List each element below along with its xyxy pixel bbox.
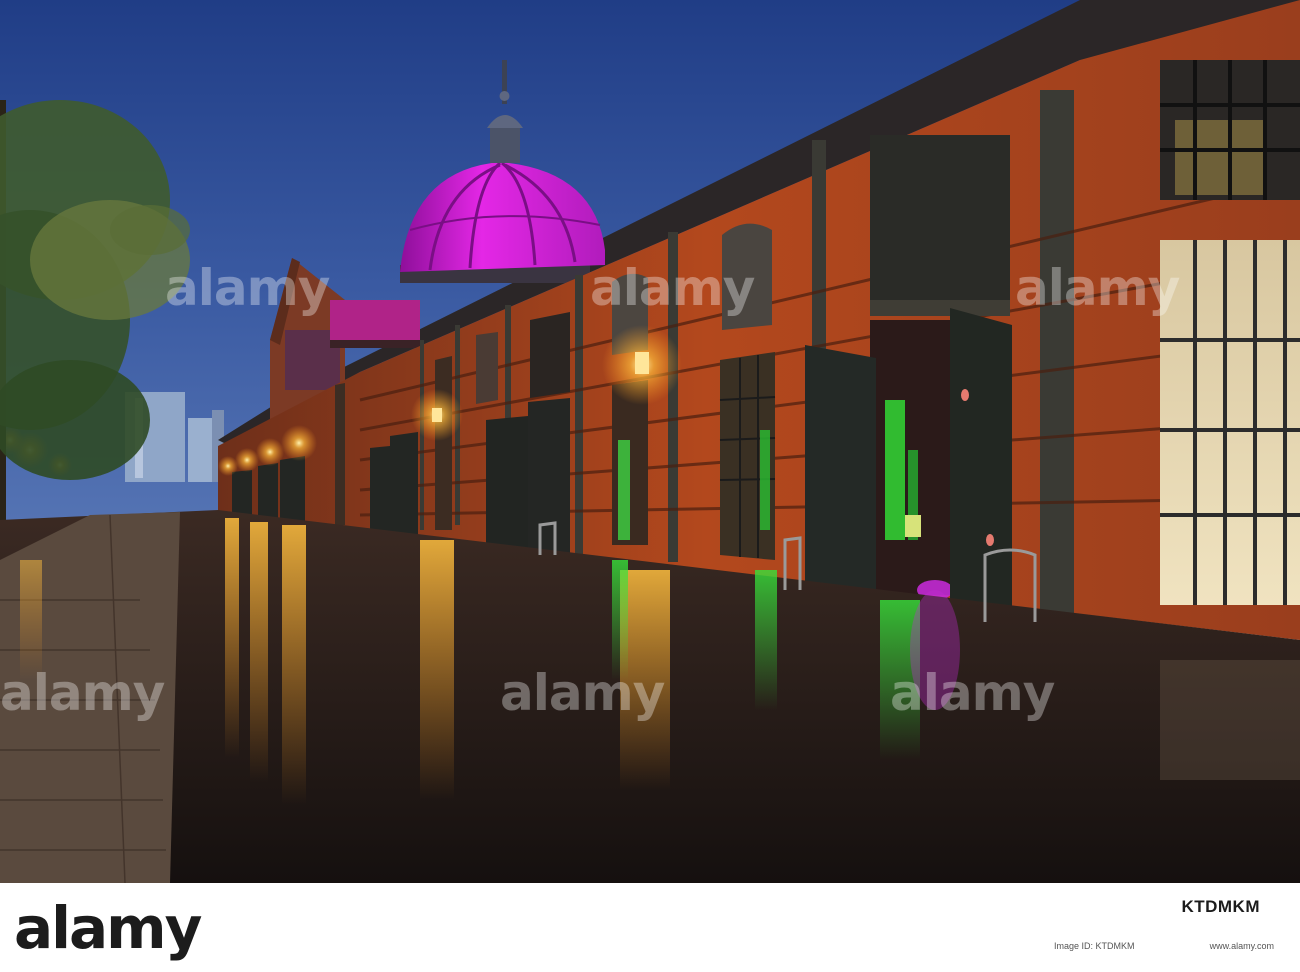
footer-bar: alamy KTDMKM Image ID: KTDMKM www.alamy.… — [0, 883, 1300, 972]
large-window-right — [1160, 60, 1300, 605]
site-url: www.alamy.com — [1209, 941, 1274, 951]
watermark-text: alamy — [590, 259, 755, 317]
footer-meta: Image ID: KTDMKM www.alamy.com — [1054, 931, 1274, 961]
watermark-text: alamy — [0, 664, 165, 722]
watermark-text: alamy — [500, 664, 665, 722]
watermark-text: alamy — [165, 259, 330, 317]
alamy-logo: alamy — [14, 894, 202, 962]
watermark-text: alamy — [1015, 259, 1180, 317]
image-id-small: Image ID: KTDMKM — [1054, 941, 1135, 951]
image-id: KTDMKM — [1181, 897, 1260, 916]
image-frame: alamy alamy alamy alamy alamy alamy alam… — [0, 0, 1300, 972]
photo: alamy alamy alamy alamy alamy alamy — [0, 0, 1300, 883]
watermark-text: alamy — [890, 664, 1055, 722]
